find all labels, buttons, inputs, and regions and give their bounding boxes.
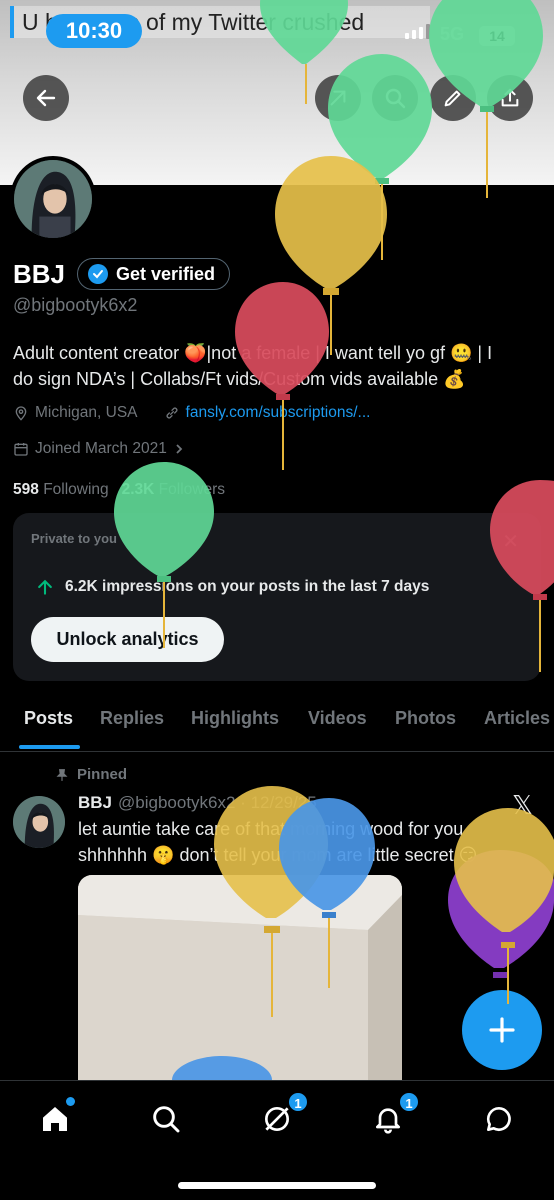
joined-date: Joined March 2021 — [35, 440, 167, 457]
compose-button[interactable] — [462, 990, 542, 1070]
profile-meta-row: Michigan, USA fansly.com/subscriptions/.… — [13, 404, 370, 422]
chevron-right-icon — [176, 444, 183, 454]
followers-count[interactable]: 2.3K — [122, 481, 155, 498]
balloon-icon — [448, 850, 554, 978]
close-icon[interactable]: ✕ — [502, 529, 519, 554]
bio-line: do sign NDA’s | Collabs/Ft vids/Custom v… — [13, 369, 466, 389]
impressions-summary: 6.2K impressions on your posts in the la… — [35, 577, 429, 597]
profile-handle: @bigbootyk6x2 — [13, 295, 138, 315]
verified-badge-icon — [88, 264, 109, 284]
unlock-analytics-button[interactable]: Unlock analytics — [31, 617, 224, 662]
grok-icon — [330, 90, 346, 106]
edit-profile-button[interactable] — [430, 75, 476, 121]
post-avatar[interactable] — [13, 796, 65, 848]
balloon-icon — [275, 156, 387, 355]
nav-grok[interactable]: 1 — [257, 1091, 309, 1139]
joined-row[interactable]: Joined March 2021 — [13, 440, 185, 458]
post-text: let auntie take care of that morning woo… — [78, 816, 538, 868]
display-name: BBJ — [13, 258, 66, 289]
search-icon — [153, 1106, 180, 1133]
message-bubble-icon — [486, 1106, 511, 1131]
bio-line: Adult content creator 🍑|not a female | I… — [13, 343, 493, 363]
tab-articles[interactable]: Articles — [484, 708, 550, 729]
get-verified-button[interactable]: Get verified — [77, 258, 231, 290]
share-icon — [501, 88, 519, 107]
followers-label[interactable]: Followers — [159, 481, 225, 498]
pencil-icon — [444, 90, 461, 107]
profile-bio: Adult content creator 🍑|not a female | I… — [13, 340, 543, 392]
grok-button[interactable] — [315, 75, 361, 121]
home-indicator — [178, 1182, 376, 1189]
back-button[interactable] — [23, 75, 69, 121]
calendar-icon — [14, 443, 28, 456]
status-bar: U have one of my Twitter crushed 10:30 5… — [0, 0, 554, 62]
status-time: 10:30 — [46, 14, 142, 48]
post-meta: @bigbootyk6x2 · 12/29/25 — [118, 793, 317, 812]
nav-home[interactable] — [35, 1097, 75, 1139]
following-count[interactable]: 598 — [13, 481, 39, 498]
home-icon — [43, 1107, 67, 1131]
analytics-card: Private to you ✕ 6.2K impressions on you… — [13, 513, 541, 681]
profile-tabs: Posts Replies Highlights Videos Photos A… — [0, 700, 554, 752]
post-header: BBJ @bigbootyk6x2 · 12/29/25 — [78, 793, 317, 813]
tab-videos[interactable]: Videos — [308, 708, 367, 729]
follow-counts: 598 Following 2.3K Followers — [13, 481, 225, 499]
signal-icon — [405, 24, 430, 39]
location-pin-icon — [15, 406, 27, 421]
profile-avatar[interactable] — [10, 156, 96, 242]
search-icon — [385, 88, 406, 109]
battery-icon: 14 — [479, 26, 515, 46]
unread-dot — [66, 1097, 75, 1106]
get-verified-label: Get verified — [116, 263, 216, 284]
avatar-image — [13, 796, 65, 848]
pin-icon — [56, 768, 68, 781]
profile-link[interactable]: fansly.com/subscriptions/... — [186, 404, 371, 422]
tab-photos[interactable]: Photos — [395, 708, 456, 729]
post-line: let auntie take care of that morning woo… — [78, 819, 464, 839]
tab-posts[interactable]: Posts — [24, 708, 73, 729]
post-line: shhhhhh 🤫 don’t tell your mom are little… — [78, 845, 478, 865]
active-tab-indicator — [19, 745, 80, 749]
arrow-up-icon — [38, 579, 52, 595]
avatar-image — [14, 160, 92, 238]
private-label: Private to you — [31, 531, 117, 546]
post-author[interactable]: BBJ — [78, 793, 112, 813]
search-button[interactable] — [372, 75, 418, 121]
link-icon — [166, 407, 178, 419]
impressions-text: 6.2K impressions on your posts in the la… — [65, 578, 430, 595]
profile-location: Michigan, USA — [35, 404, 138, 421]
post-media-image[interactable] — [78, 875, 402, 1105]
notifications-badge: 1 — [398, 1091, 420, 1113]
nav-messages[interactable] — [479, 1099, 519, 1139]
arrow-left-icon — [36, 89, 56, 107]
nav-notifications[interactable]: 1 — [368, 1091, 420, 1139]
grok-badge: 1 — [287, 1091, 309, 1113]
network-label: 5G — [440, 24, 465, 44]
tab-highlights[interactable]: Highlights — [191, 708, 279, 729]
tab-replies[interactable]: Replies — [100, 708, 164, 729]
nav-search[interactable] — [146, 1099, 186, 1139]
following-label[interactable]: Following — [43, 481, 108, 498]
share-button[interactable] — [487, 75, 533, 121]
pinned-indicator: Pinned — [55, 766, 127, 783]
plus-icon — [489, 1017, 515, 1043]
pinned-label: Pinned — [77, 766, 128, 783]
